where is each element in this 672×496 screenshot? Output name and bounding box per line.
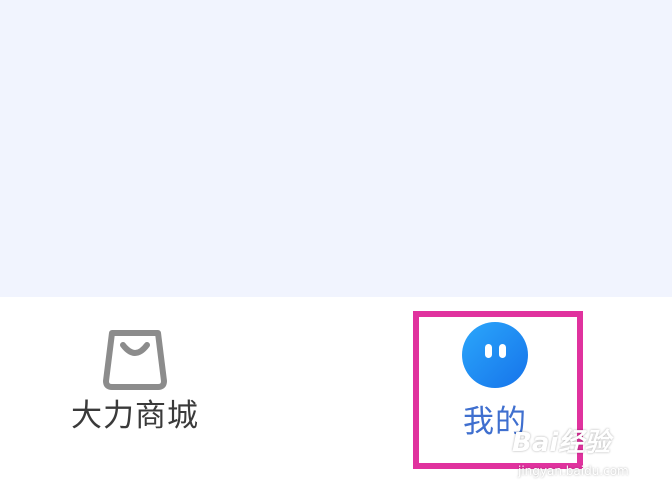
tab-me-label: 我的 bbox=[463, 404, 527, 440]
tab-mall[interactable]: 大力商城 bbox=[60, 327, 210, 435]
smiley-face-icon bbox=[461, 321, 529, 389]
tab-mall-label: 大力商城 bbox=[71, 398, 199, 434]
shopping-bag-icon bbox=[100, 327, 170, 391]
tab-me[interactable]: 我的 bbox=[420, 321, 570, 441]
main-content-area bbox=[0, 0, 672, 297]
bottom-tab-bar: 大力商城 我的 bbox=[0, 297, 672, 496]
